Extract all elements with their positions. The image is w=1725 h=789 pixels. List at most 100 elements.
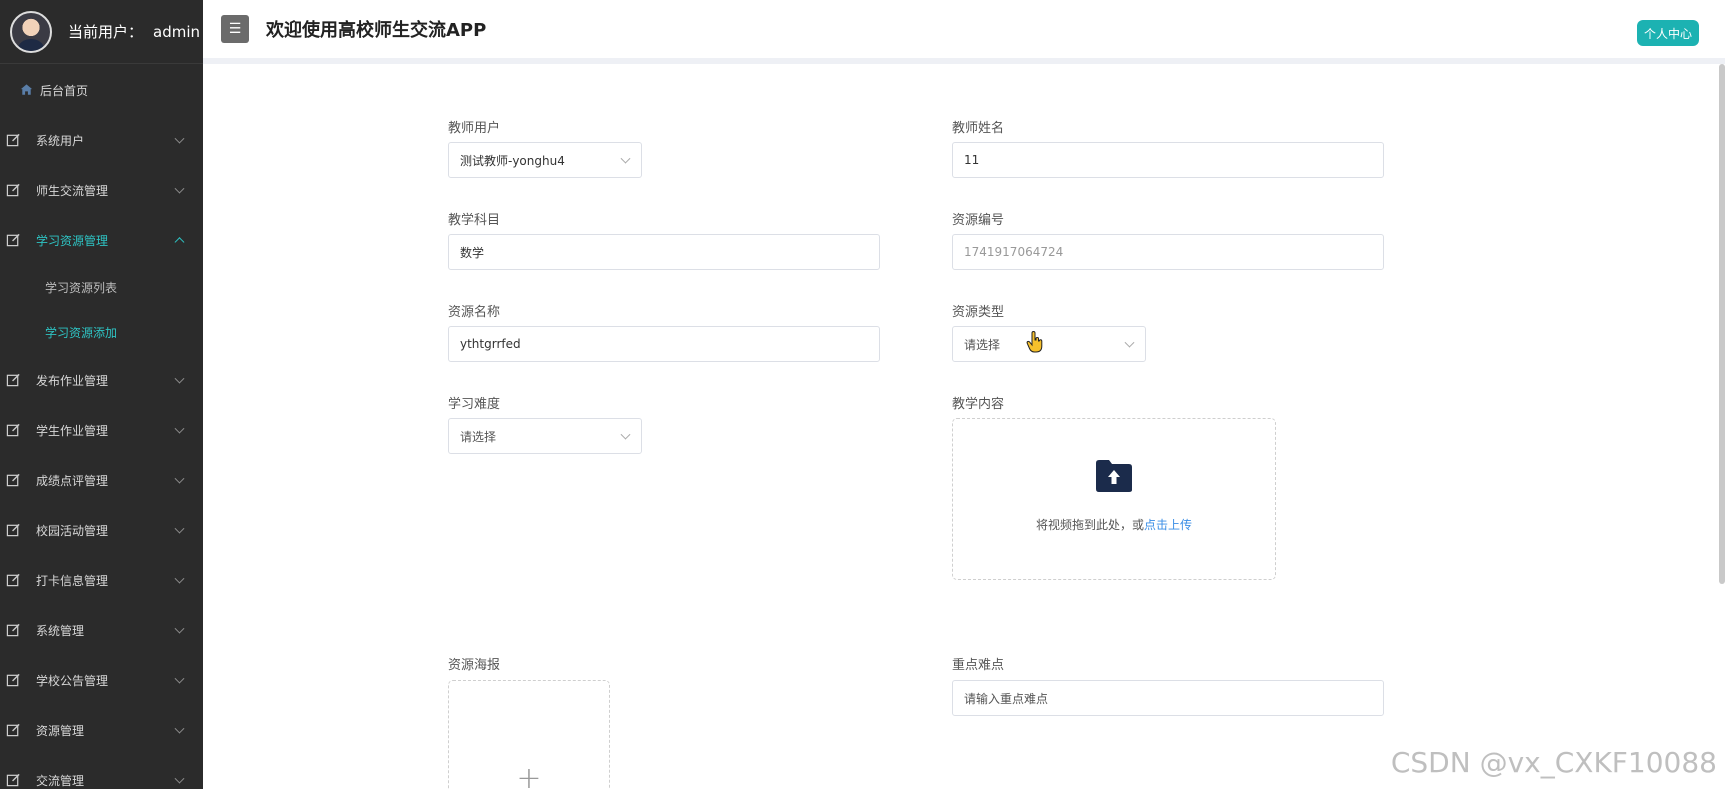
hand-cursor-icon <box>1026 331 1043 353</box>
teacher-user-value: 测试教师-yonghu4 <box>460 153 565 168</box>
chevron-down-icon <box>174 423 185 434</box>
key-points-field[interactable]: 请输入重点难点 <box>952 680 1384 716</box>
page-scrollbar[interactable] <box>1719 64 1725 584</box>
video-upload-dropzone[interactable]: 将视频拖到此处，或点击上传 <box>952 418 1276 580</box>
chevron-down-icon <box>620 153 631 164</box>
sidebar-item-system-management[interactable]: 系统管理 <box>0 605 203 655</box>
sidebar-item-communication[interactable]: 师生交流管理 <box>0 165 203 215</box>
resource-no-label: 资源编号 <box>952 213 1005 228</box>
chevron-up-icon <box>174 237 185 248</box>
chevron-down-icon <box>174 373 185 384</box>
sidebar-item-school-notice[interactable]: 学校公告管理 <box>0 655 203 705</box>
folder-upload-icon <box>1096 460 1132 492</box>
edit-icon <box>6 623 20 637</box>
sidebar-item-home[interactable]: 后台首页 <box>0 65 203 115</box>
content-label: 教学内容 <box>952 397 1005 412</box>
difficulty-select[interactable]: 请选择 <box>448 418 642 454</box>
sidebar-menu: 后台首页 系统用户 师生交流管理 学习资源管理 学习资源列表 学习资源添加 发布… <box>0 65 203 789</box>
sidebar-item-system-users[interactable]: 系统用户 <box>0 115 203 165</box>
sidebar: 当前用户： admin 后台首页 系统用户 师生交流管理 学习资源管理 学习资源列… <box>0 0 203 789</box>
resource-name-value: ythtgrrfed <box>460 337 521 351</box>
difficulty-label: 学习难度 <box>448 397 501 412</box>
chevron-down-icon <box>174 623 185 634</box>
sidebar-item-resource-management[interactable]: 资源管理 <box>0 705 203 755</box>
upload-link[interactable]: 点击上传 <box>1144 518 1192 532</box>
edit-icon <box>6 423 20 437</box>
resource-name-label: 资源名称 <box>448 305 501 320</box>
poster-upload[interactable]: + <box>448 680 610 789</box>
watermark: CSDN @vx_CXKF10088 <box>1390 746 1717 779</box>
sidebar-item-label: 系统管理 <box>36 623 85 638</box>
chevron-down-icon <box>174 183 185 194</box>
edit-icon <box>6 673 20 687</box>
sidebar-item-label: 发布作业管理 <box>36 373 109 388</box>
sidebar-subitem-resource-add[interactable]: 学习资源添加 <box>0 310 203 355</box>
key-points-label: 重点难点 <box>952 658 1005 673</box>
chevron-down-icon <box>1124 337 1135 348</box>
chevron-down-icon <box>174 523 185 534</box>
sidebar-item-label: 学生作业管理 <box>36 423 109 438</box>
page-title: 欢迎使用高校师生交流APP <box>266 20 487 41</box>
user-bar: 当前用户： admin <box>0 0 203 64</box>
sidebar-item-label: 学习资源管理 <box>36 233 109 248</box>
subject-label: 教学科目 <box>448 213 501 228</box>
sidebar-item-exchange-management[interactable]: 交流管理 <box>0 755 203 789</box>
edit-icon <box>6 573 20 587</box>
sidebar-item-label: 资源管理 <box>36 723 85 738</box>
sidebar-item-label: 系统用户 <box>36 133 85 148</box>
teacher-user-label: 教师用户 <box>448 121 501 136</box>
resource-type-label: 资源类型 <box>952 305 1005 320</box>
edit-icon <box>6 233 20 247</box>
upload-hint-text: 将视频拖到此处，或 <box>1035 518 1144 532</box>
sidebar-item-student-homework[interactable]: 学生作业管理 <box>0 405 203 455</box>
teacher-name-value: 11 <box>964 153 980 167</box>
home-icon <box>20 84 33 95</box>
sidebar-subitem-resource-list[interactable]: 学习资源列表 <box>0 265 203 310</box>
chevron-down-icon <box>174 673 185 684</box>
menu-toggle-button[interactable]: ☰ <box>221 15 249 43</box>
sidebar-item-label: 后台首页 <box>40 83 89 98</box>
sidebar-item-campus-activity[interactable]: 校园活动管理 <box>0 505 203 555</box>
difficulty-placeholder: 请选择 <box>460 429 497 444</box>
teacher-user-select[interactable]: 测试教师-yonghu4 <box>448 142 642 178</box>
sidebar-item-label: 打卡信息管理 <box>36 573 109 588</box>
sidebar-item-label: 学校公告管理 <box>36 673 109 688</box>
sidebar-item-grade-review[interactable]: 成绩点评管理 <box>0 455 203 505</box>
chevron-down-icon <box>174 133 185 144</box>
current-user-label: 当前用户： <box>68 23 144 41</box>
edit-icon <box>6 183 20 197</box>
poster-label: 资源海报 <box>448 658 501 673</box>
sidebar-item-learning-resources[interactable]: 学习资源管理 <box>0 215 203 265</box>
sidebar-item-label: 成绩点评管理 <box>36 473 109 488</box>
sidebar-item-label: 交流管理 <box>36 773 85 788</box>
current-user-name: admin <box>153 23 201 41</box>
resource-no-value: 1741917064724 <box>964 245 1064 259</box>
teacher-name-label: 教师姓名 <box>952 121 1005 136</box>
edit-icon <box>6 723 20 737</box>
chevron-down-icon <box>174 473 185 484</box>
resource-type-select[interactable]: 请选择 <box>952 326 1146 362</box>
edit-icon <box>6 133 20 147</box>
resource-type-placeholder: 请选择 <box>964 337 1001 352</box>
chevron-down-icon <box>174 723 185 734</box>
resource-no-field: 1741917064724 <box>952 234 1384 270</box>
avatar <box>10 10 52 53</box>
sidebar-item-publish-homework[interactable]: 发布作业管理 <box>0 355 203 405</box>
sidebar-item-label: 校园活动管理 <box>36 523 109 538</box>
sidebar-item-checkin[interactable]: 打卡信息管理 <box>0 555 203 605</box>
subject-value: 数学 <box>460 245 485 260</box>
edit-icon <box>6 523 20 537</box>
sidebar-item-label: 师生交流管理 <box>36 183 109 198</box>
key-points-placeholder: 请输入重点难点 <box>964 691 1049 706</box>
profile-button[interactable]: 个人中心 <box>1636 20 1699 46</box>
edit-icon <box>6 473 20 487</box>
resource-name-field[interactable]: ythtgrrfed <box>448 326 880 362</box>
plus-icon: + <box>516 761 542 789</box>
edit-icon <box>6 373 20 387</box>
resource-form: 教师用户 测试教师-yonghu4 教师姓名 11 教学科目 数学 资源编号 1… <box>203 70 1725 789</box>
header: ☰ 欢迎使用高校师生交流APP 个人中心 <box>203 0 1725 64</box>
subject-field[interactable]: 数学 <box>448 234 880 270</box>
chevron-down-icon <box>174 573 185 584</box>
teacher-name-field[interactable]: 11 <box>952 142 1384 178</box>
edit-icon <box>6 773 20 787</box>
